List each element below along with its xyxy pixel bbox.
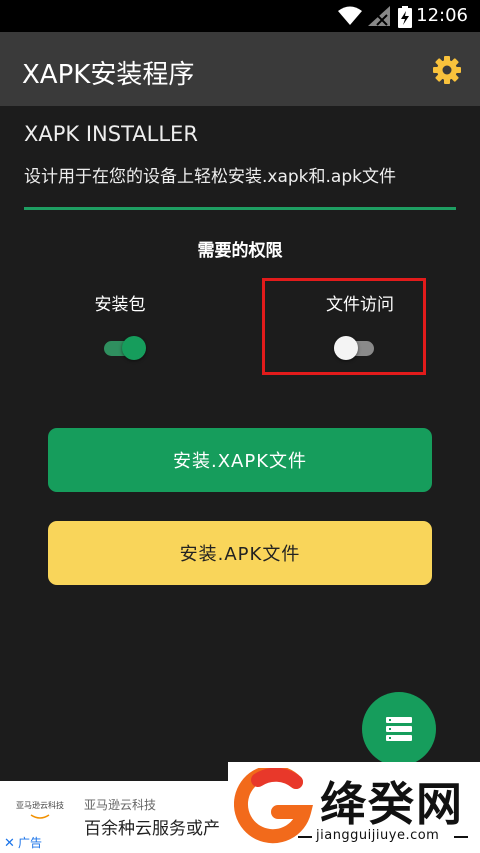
ad-tag: 广告 bbox=[18, 836, 43, 850]
app-bar: XAPK安装程序 bbox=[0, 32, 480, 106]
list-icon bbox=[386, 717, 412, 741]
permissions-title: 需要的权限 bbox=[197, 241, 283, 261]
installer-description: 设计用于在您的设备上轻松安装.xapk和.apk文件 bbox=[24, 167, 396, 187]
gear-icon[interactable] bbox=[432, 55, 462, 85]
status-bar: 12:06 bbox=[0, 0, 480, 32]
fab-button[interactable] bbox=[362, 692, 436, 766]
highlight-box bbox=[262, 278, 426, 375]
divider bbox=[24, 207, 456, 210]
watermark-title: 绛癸网 bbox=[320, 777, 464, 831]
watermark-url: jiangguijiuye.com bbox=[316, 828, 440, 843]
install-xapk-button[interactable]: 安装.XAPK文件 bbox=[48, 428, 432, 492]
watermark: 绛癸网 jiangguijiuye.com bbox=[228, 762, 480, 853]
ad-text[interactable]: 百余种云服务或产 bbox=[84, 814, 244, 839]
battery-icon bbox=[398, 6, 412, 28]
ad-company: 亚马逊云科技 bbox=[84, 798, 157, 812]
status-time: 12:06 bbox=[416, 5, 468, 26]
app-title: XAPK安装程序 bbox=[22, 60, 195, 90]
smile-icon bbox=[30, 814, 50, 819]
wifi-icon bbox=[338, 6, 362, 25]
ad-logo: 亚马逊云科技 bbox=[6, 790, 74, 834]
signal-icon bbox=[368, 6, 390, 26]
install-apk-button[interactable]: 安装.APK文件 bbox=[48, 521, 432, 585]
installer-subtitle: XAPK INSTALLER bbox=[24, 122, 198, 146]
close-icon[interactable]: ✕ bbox=[4, 836, 15, 851]
install-packages-toggle[interactable] bbox=[104, 334, 148, 362]
ad-logo-text: 亚马逊云科技 bbox=[16, 801, 64, 810]
install-packages-label: 安装包 bbox=[94, 295, 146, 315]
